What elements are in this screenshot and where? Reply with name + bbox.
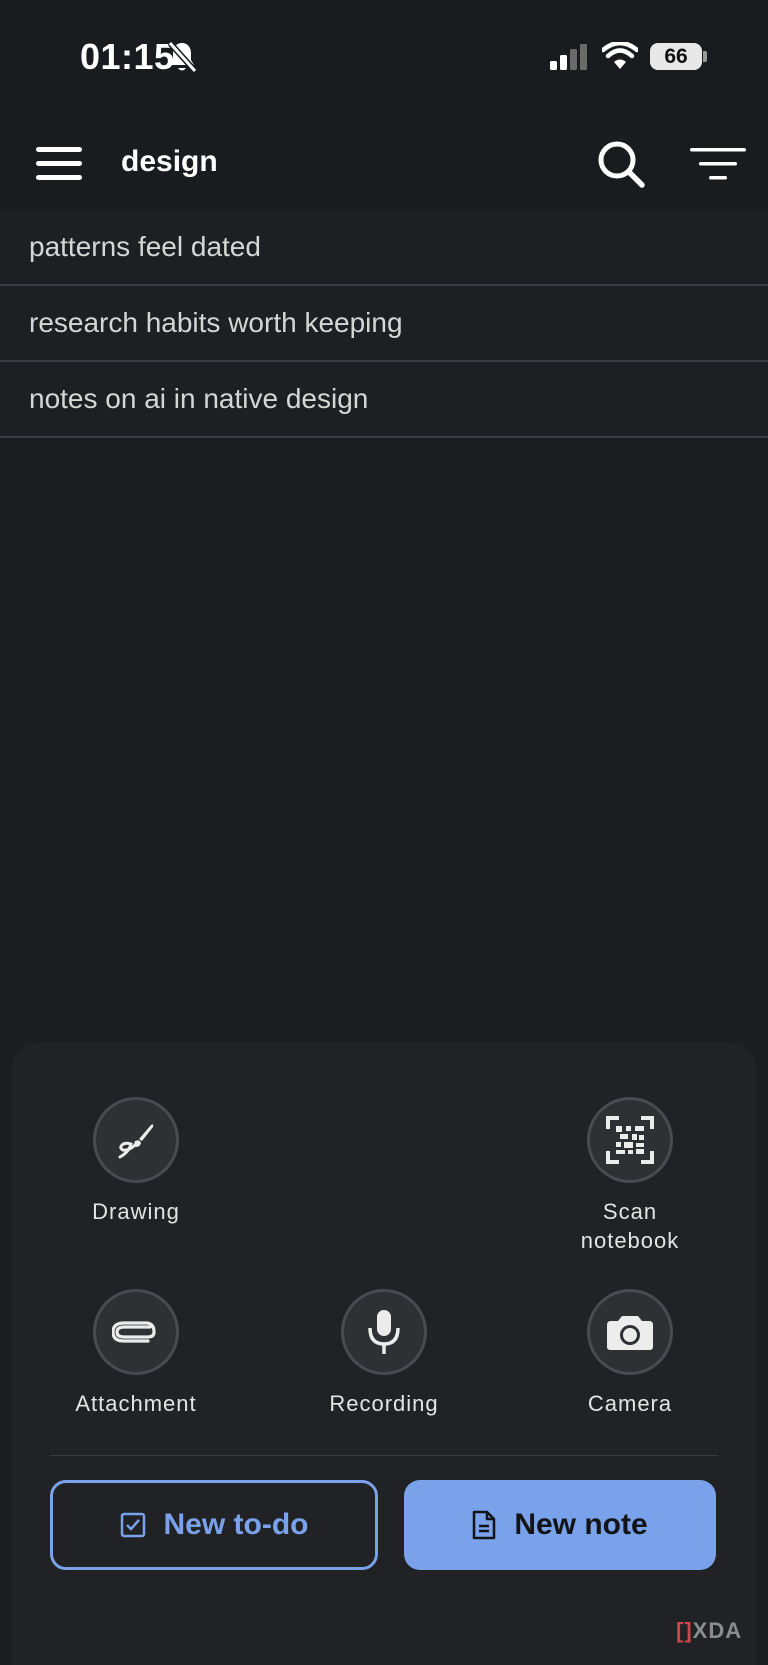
recording-button[interactable] <box>341 1289 427 1375</box>
filter-icon[interactable] <box>690 147 746 181</box>
checkbox-icon <box>120 1512 145 1538</box>
note-title: research habits worth keeping <box>29 307 403 338</box>
battery-level: 66 <box>664 44 688 68</box>
status-time: 01:15 <box>80 36 175 77</box>
wifi-icon <box>602 42 638 69</box>
xda-watermark: []XDA <box>676 1618 742 1644</box>
drawing-label: Drawing <box>92 1199 180 1224</box>
note-title: patterns feel dated <box>29 231 261 262</box>
brush-icon <box>118 1124 154 1159</box>
drawing-action[interactable]: Drawing <box>36 1097 236 1226</box>
drawing-button[interactable] <box>93 1097 179 1183</box>
camera-button[interactable] <box>587 1289 673 1375</box>
new-note-label: New note <box>514 1508 648 1541</box>
menu-icon[interactable] <box>36 147 82 181</box>
sheet-divider <box>50 1455 718 1456</box>
attachment-action[interactable]: Attachment <box>36 1289 236 1418</box>
scan-label-line2: notebook <box>580 1228 680 1253</box>
camera-action[interactable]: Camera <box>530 1289 730 1418</box>
new-item-sheet: Drawing Scan notebook Attachment Recordi… <box>12 1042 756 1665</box>
list-item[interactable]: research habits worth keeping <box>0 286 768 362</box>
app-bar: design <box>0 115 768 210</box>
microphone-icon <box>368 1310 400 1354</box>
page-title: design <box>121 145 218 178</box>
attachment-button[interactable] <box>93 1289 179 1375</box>
attachment-label: Attachment <box>75 1391 197 1416</box>
recording-label: Recording <box>329 1391 439 1416</box>
new-todo-label: New to-do <box>163 1508 309 1541</box>
search-icon[interactable] <box>596 139 646 189</box>
watermark-text: XDA <box>692 1618 743 1643</box>
signal-icon <box>550 44 587 70</box>
new-note-button[interactable]: New note <box>404 1480 716 1570</box>
watermark-mark: [] <box>676 1618 693 1643</box>
bell-slash-icon <box>167 41 198 73</box>
note-title: notes on ai in native design <box>29 383 369 414</box>
scan-notebook-action[interactable]: Scan notebook <box>530 1097 730 1255</box>
scan-label-line1: Scan <box>602 1199 658 1224</box>
status-bar: 01:15 66 <box>0 0 768 115</box>
list-item[interactable]: patterns feel dated <box>0 210 768 286</box>
new-todo-button[interactable]: New to-do <box>50 1480 378 1570</box>
paperclip-icon <box>112 1321 156 1343</box>
camera-icon <box>607 1316 653 1350</box>
camera-label: Camera <box>587 1391 673 1416</box>
note-list: patterns feel dated research habits wort… <box>0 210 768 438</box>
recording-action[interactable]: Recording <box>284 1289 484 1418</box>
scan-icon <box>606 1116 654 1164</box>
battery-tip <box>703 51 707 62</box>
list-item[interactable]: notes on ai in native design <box>0 362 768 438</box>
document-icon <box>473 1510 496 1540</box>
scan-notebook-button[interactable] <box>587 1097 673 1183</box>
battery-icon: 66 <box>650 43 702 70</box>
